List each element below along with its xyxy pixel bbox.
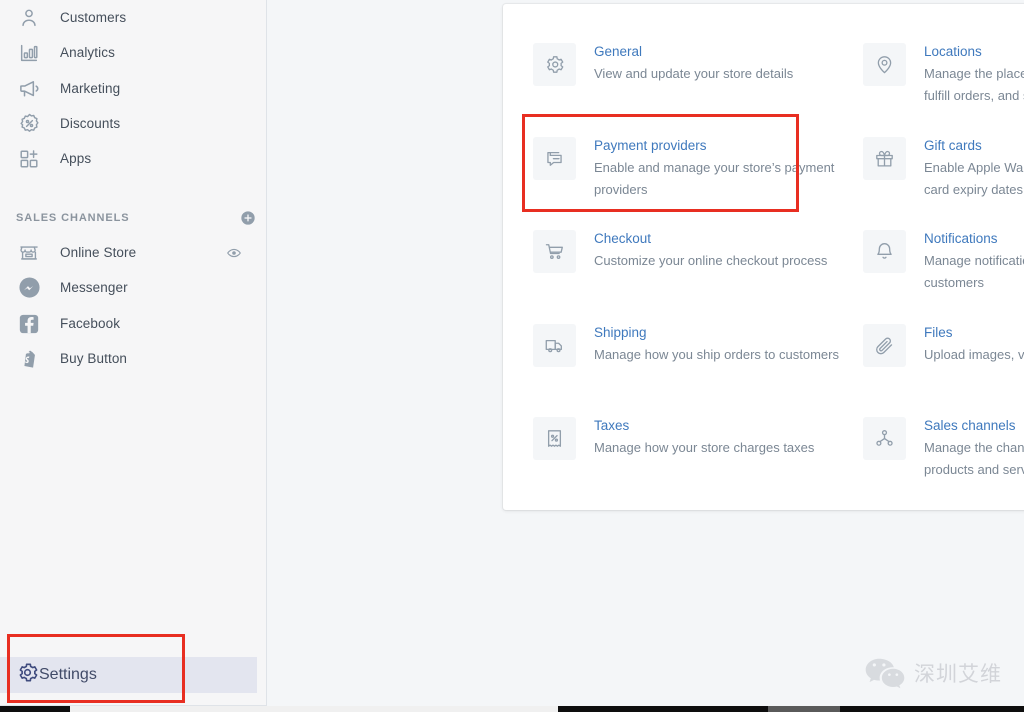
tax-receipt-icon — [533, 417, 576, 460]
settings-link-desc: Enable and manage your store’s payment p… — [594, 160, 835, 197]
sidebar-item-label: Marketing — [60, 81, 121, 96]
settings-link-text: Payment providers Enable and manage your… — [594, 134, 844, 201]
sidebar-item-facebook[interactable]: Facebook — [0, 306, 258, 341]
paperclip-icon — [863, 324, 906, 367]
settings-grid: General View and update your store detai… — [503, 4, 1024, 510]
band-segment-light — [70, 706, 558, 712]
sidebar-item-buy-button[interactable]: Buy Button — [0, 341, 258, 376]
settings-link-title: Notifications — [924, 231, 998, 246]
gift-icon — [863, 137, 906, 180]
sidebar-item-label: Buy Button — [60, 351, 128, 366]
sales-channels-icon — [863, 417, 906, 460]
settings-link-text: Files Upload images, videos, and documen… — [924, 321, 1024, 366]
settings-link-text: Notifications Manage notifications sent … — [924, 227, 1024, 294]
settings-link-shipping[interactable]: Shipping Manage how you ship orders to c… — [533, 321, 839, 367]
settings-link-checkout[interactable]: Checkout Customize your online checkout … — [533, 227, 833, 273]
settings-link-text: Taxes Manage how your store charges taxe… — [594, 414, 844, 459]
sidebar-section-label: SALES CHANNELS — [16, 212, 130, 224]
settings-link-taxes[interactable]: Taxes Manage how your store charges taxe… — [533, 414, 833, 460]
facebook-icon — [16, 311, 42, 337]
sidebar-section-sales-channels: SALES CHANNELS — [16, 208, 256, 228]
messenger-icon — [16, 275, 42, 301]
eye-icon[interactable] — [226, 245, 242, 261]
settings-link-title: Gift cards — [924, 138, 982, 153]
settings-link-title: Checkout — [594, 231, 652, 246]
settings-link-title: Shipping — [594, 325, 647, 340]
payment-card-icon — [533, 137, 576, 180]
sidebar-item-label: Messenger — [60, 280, 128, 295]
location-pin-icon — [863, 43, 906, 86]
watermark: 深圳艾维 — [864, 656, 1002, 690]
settings-link-notifications[interactable]: Notifications Manage notifications sent … — [863, 227, 1024, 294]
settings-link-gift-cards[interactable]: Gift cards Enable Apple Wallet passes an… — [863, 134, 1024, 201]
sidebar-item-analytics[interactable]: Analytics — [0, 35, 258, 70]
settings-link-desc: Manage the places you stock inventory, f… — [924, 66, 1024, 103]
sidebar-item-label: Online Store — [60, 245, 137, 260]
sidebar-item-label: Apps — [60, 151, 92, 166]
discount-icon — [16, 111, 42, 137]
analytics-icon — [16, 40, 42, 66]
settings-link-title: Locations — [924, 44, 982, 59]
bell-icon — [863, 230, 906, 273]
settings-link-desc: Manage the channels you use to sell your… — [924, 440, 1024, 477]
truck-icon — [533, 324, 576, 367]
storefront-icon — [16, 240, 42, 266]
settings-link-locations[interactable]: Locations Manage the places you stock in… — [863, 40, 1024, 107]
sidebar: Customers Analytics Marketing Discounts … — [0, 0, 267, 706]
plus-circle-icon[interactable] — [240, 210, 256, 226]
sidebar-item-messenger[interactable]: Messenger — [0, 270, 258, 305]
apps-icon — [16, 146, 42, 172]
shopify-bag-icon — [16, 346, 42, 372]
settings-link-desc: Manage notifications sent to you and you… — [924, 253, 1024, 290]
band-segment-grey — [768, 706, 840, 712]
settings-link-payment-providers[interactable]: Payment providers Enable and manage your… — [533, 134, 834, 201]
sidebar-item-settings[interactable]: Settings — [0, 657, 257, 693]
gear-icon — [533, 43, 576, 86]
sidebar-item-label: Facebook — [60, 316, 121, 331]
sidebar-item-label: Discounts — [60, 116, 121, 131]
settings-link-general[interactable]: General View and update your store detai… — [533, 40, 833, 86]
bottom-chrome-band — [0, 706, 1024, 712]
wechat-icon — [864, 656, 906, 690]
settings-link-text: General View and update your store detai… — [594, 40, 844, 85]
settings-card: General View and update your store detai… — [503, 4, 1024, 510]
shopify-admin-screen: Customers Analytics Marketing Discounts … — [0, 0, 1024, 712]
customer-icon — [16, 5, 42, 31]
settings-link-text: Sales channels Manage the channels you u… — [924, 414, 1024, 481]
settings-link-title: General — [594, 44, 643, 59]
cart-icon — [533, 230, 576, 273]
settings-link-desc: Upload images, videos, and documents — [924, 347, 1024, 362]
settings-link-text: Checkout Customize your online checkout … — [594, 227, 844, 272]
sidebar-item-label: Customers — [60, 10, 127, 25]
sidebar-item-discounts[interactable]: Discounts — [0, 106, 258, 141]
settings-link-desc: Manage how your store charges taxes — [594, 440, 815, 455]
settings-link-desc: Enable Apple Wallet passes and set gift … — [924, 160, 1024, 197]
sidebar-item-marketing[interactable]: Marketing — [0, 71, 258, 106]
settings-link-title: Files — [924, 325, 953, 340]
settings-link-files[interactable]: Files Upload images, videos, and documen… — [863, 321, 1024, 367]
sidebar-item-online-store[interactable]: Online Store — [0, 235, 258, 270]
settings-link-title: Payment providers — [594, 138, 707, 153]
settings-link-title: Taxes — [594, 418, 630, 433]
sidebar-item-label: Analytics — [60, 45, 115, 60]
settings-link-text: Shipping Manage how you ship orders to c… — [594, 321, 844, 366]
settings-link-text: Gift cards Enable Apple Wallet passes an… — [924, 134, 1024, 201]
sidebar-item-label: Settings — [39, 666, 97, 683]
watermark-text: 深圳艾维 — [914, 662, 1002, 686]
sidebar-item-apps[interactable]: Apps — [0, 141, 258, 176]
settings-link-desc: Manage how you ship orders to customers — [594, 347, 839, 362]
settings-link-text: Locations Manage the places you stock in… — [924, 40, 1024, 107]
settings-link-sales-channels[interactable]: Sales channels Manage the channels you u… — [863, 414, 1024, 481]
sidebar-item-customers[interactable]: Customers — [0, 0, 258, 35]
settings-link-desc: View and update your store details — [594, 66, 794, 81]
megaphone-icon — [16, 76, 42, 102]
settings-link-title: Sales channels — [924, 418, 1016, 433]
settings-link-desc: Customize your online checkout process — [594, 253, 828, 268]
gear-icon — [16, 661, 39, 689]
